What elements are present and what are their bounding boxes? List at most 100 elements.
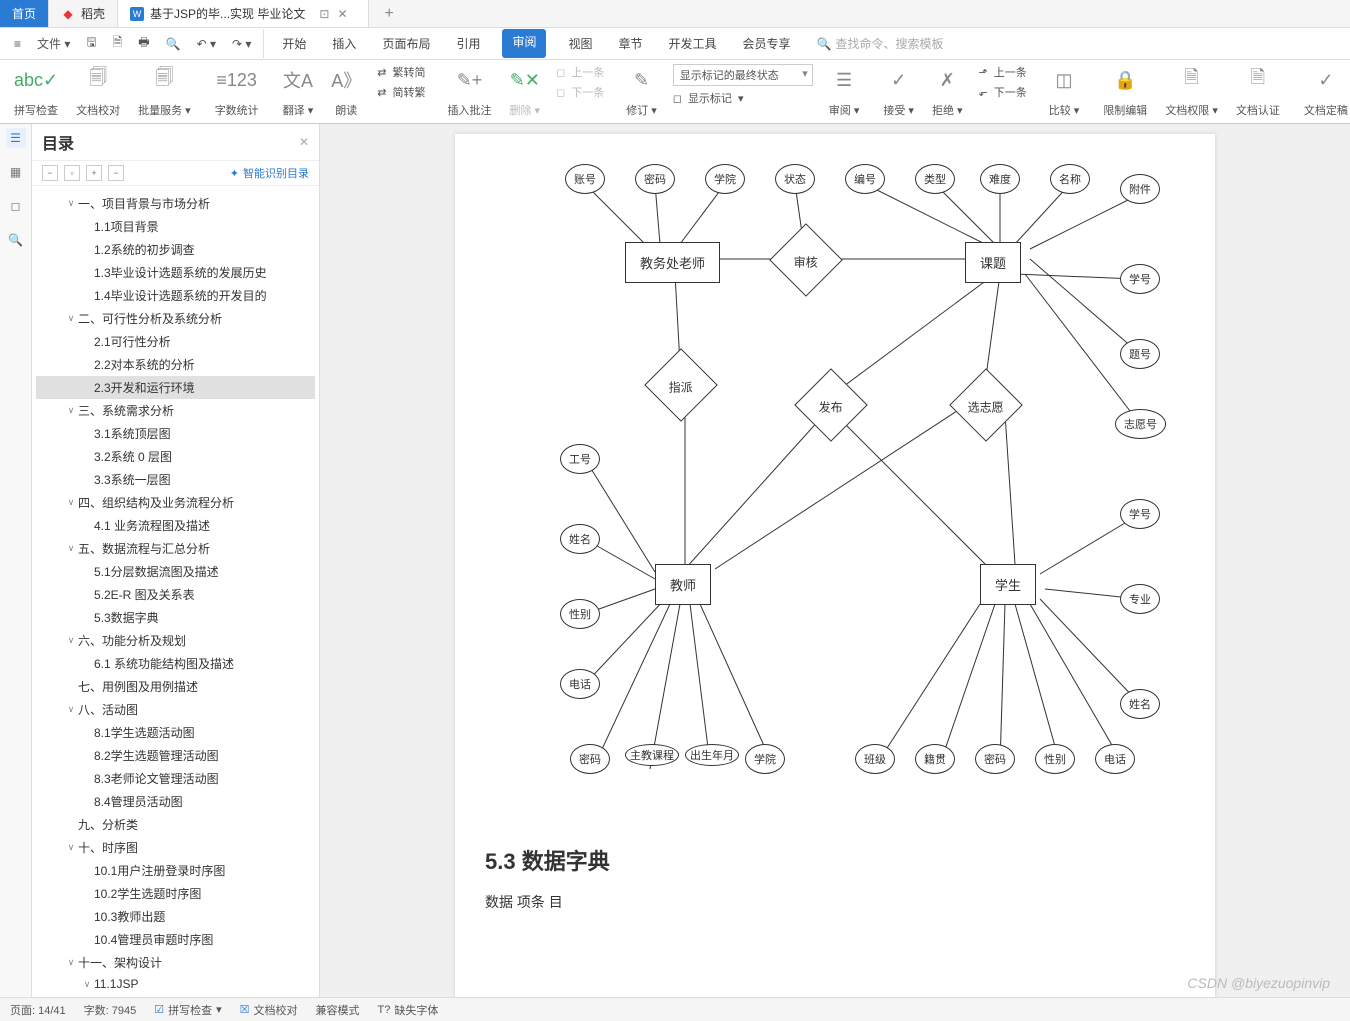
outline-item[interactable]: 3.1系统顶层图 bbox=[36, 422, 315, 445]
prev-change-button[interactable]: ⬏上一条 bbox=[979, 64, 1027, 80]
outline-item[interactable]: ∨一、项目背景与市场分析 bbox=[36, 192, 315, 215]
doc-permission-button[interactable]: 🗎文档权限 ▾ bbox=[1157, 64, 1226, 120]
chevron-down-icon[interactable]: ∨ bbox=[64, 635, 78, 646]
trad-to-simp-button[interactable]: ⇄繁转简 bbox=[377, 64, 425, 80]
print-icon[interactable]: 🖶 bbox=[132, 29, 155, 58]
outline-item[interactable]: ∨二、可行性分析及系统分析 bbox=[36, 307, 315, 330]
batch-service-button[interactable]: 🗐批量服务 ▾ bbox=[130, 64, 199, 120]
reject-change-button[interactable]: ✗拒绝 ▾ bbox=[924, 64, 971, 120]
outline-item[interactable]: 3.2系统 0 层图 bbox=[36, 445, 315, 468]
chevron-down-icon[interactable]: ∨ bbox=[64, 198, 78, 209]
outline-item[interactable]: 1.4毕业设计选题系统的开发目的 bbox=[36, 284, 315, 307]
smart-toc-button[interactable]: ✦智能识别目录 bbox=[230, 165, 309, 181]
tab-menu-icon[interactable]: ⊡ bbox=[319, 7, 329, 21]
finalize-button[interactable]: ✓文档定稿 bbox=[1296, 64, 1350, 120]
spell-check-button[interactable]: abc✓拼写检查 bbox=[6, 64, 66, 120]
tab-view[interactable]: 视图 bbox=[564, 29, 596, 58]
collapse-all-icon[interactable]: − bbox=[42, 165, 58, 181]
outline-tree[interactable]: ∨一、项目背景与市场分析1.1项目背景1.2系统的初步调查1.3毕业设计选题系统… bbox=[32, 186, 319, 997]
tab-chapter[interactable]: 章节 bbox=[615, 29, 647, 58]
tab-devtools[interactable]: 开发工具 bbox=[665, 29, 721, 58]
outline-item[interactable]: 10.2学生选题时序图 bbox=[36, 882, 315, 905]
show-markup-button[interactable]: ◻显示标记 ▾ bbox=[673, 90, 813, 106]
outline-item[interactable]: 2.1可行性分析 bbox=[36, 330, 315, 353]
outline-item[interactable]: ∨五、数据流程与汇总分析 bbox=[36, 537, 315, 560]
insert-comment-button[interactable]: ✎+插入批注 bbox=[440, 64, 500, 120]
outline-item[interactable]: 8.3老师论文管理活动图 bbox=[36, 767, 315, 790]
outline-item[interactable]: 2.2对本系统的分析 bbox=[36, 353, 315, 376]
sb-compat[interactable]: 兼容模式 bbox=[316, 1002, 360, 1018]
outline-item[interactable]: ∨十、时序图 bbox=[36, 836, 315, 859]
outline-item[interactable]: 8.2学生选题管理活动图 bbox=[36, 744, 315, 767]
outline-item[interactable]: 七、用例图及用例描述 bbox=[36, 675, 315, 698]
prev-comment-button[interactable]: ◻上一条 bbox=[556, 64, 604, 80]
undo-button[interactable]: ↶ ▾ bbox=[191, 33, 222, 55]
outline-item[interactable]: 5.2E-R 图及关系表 bbox=[36, 583, 315, 606]
outline-close-icon[interactable]: ✕ bbox=[299, 135, 309, 149]
chevron-down-icon[interactable]: ∨ bbox=[80, 979, 94, 990]
chevron-down-icon[interactable]: ∨ bbox=[64, 497, 78, 508]
restrict-edit-button[interactable]: 🔒限制编辑 bbox=[1095, 64, 1155, 120]
outline-item[interactable]: 10.1用户注册登录时序图 bbox=[36, 859, 315, 882]
read-aloud-button[interactable]: A》朗读 bbox=[323, 64, 369, 120]
tab-start[interactable]: 开始 bbox=[278, 29, 310, 58]
save-icon[interactable]: 🖫 bbox=[80, 29, 102, 58]
markup-display-dropdown[interactable]: 显示标记的最终状态 bbox=[673, 64, 813, 86]
outline-item[interactable]: 1.2系统的初步调查 bbox=[36, 238, 315, 261]
outline-item[interactable]: 1.3毕业设计选题系统的发展历史 bbox=[36, 261, 315, 284]
grid-tool-icon[interactable]: ▦ bbox=[6, 162, 26, 182]
outline-item[interactable]: ∨六、功能分析及规划 bbox=[36, 629, 315, 652]
proofread-button[interactable]: 🗐文档校对 bbox=[68, 64, 128, 120]
chevron-down-icon[interactable]: ∨ bbox=[64, 704, 78, 715]
chevron-down-icon[interactable]: ∨ bbox=[64, 313, 78, 324]
tab-pagelayout[interactable]: 页面布局 bbox=[378, 29, 434, 58]
review-pane-button[interactable]: ☰审阅 ▾ bbox=[821, 64, 868, 120]
print-preview-icon[interactable]: 🔍 bbox=[160, 33, 187, 55]
expand-all-icon[interactable]: ▫ bbox=[64, 165, 80, 181]
outline-item[interactable]: 2.3开发和运行环境 bbox=[36, 376, 315, 399]
tab-references[interactable]: 引用 bbox=[452, 29, 484, 58]
word-count-button[interactable]: ≡123字数统计 bbox=[207, 64, 267, 120]
accept-change-button[interactable]: ✓接受 ▾ bbox=[875, 64, 922, 120]
tab-shell[interactable]: ◆稻壳 bbox=[49, 0, 118, 27]
tab-home[interactable]: 首页 bbox=[0, 0, 49, 27]
redo-button[interactable]: ↷ ▾ bbox=[226, 33, 257, 55]
hamburger-icon[interactable]: ≡ bbox=[8, 33, 27, 55]
document-canvas[interactable]: 账号 密码 学院 状态 编号 类型 难度 名称 附件 教务处老师 课题 审核 学… bbox=[320, 124, 1350, 997]
outline-item[interactable]: 3.3系统一层图 bbox=[36, 468, 315, 491]
chevron-down-icon[interactable]: ∨ bbox=[64, 842, 78, 853]
outline-item[interactable]: 10.4管理员审题时序图 bbox=[36, 928, 315, 951]
word-count-indicator[interactable]: 字数: 7945 bbox=[84, 1002, 137, 1018]
outline-item[interactable]: 九、分析类 bbox=[36, 813, 315, 836]
sb-spellcheck[interactable]: ☑拼写检查 ▾ bbox=[154, 1002, 221, 1018]
outline-item[interactable]: ∨八、活动图 bbox=[36, 698, 315, 721]
chevron-down-icon[interactable]: ∨ bbox=[64, 405, 78, 416]
outline-tool-icon[interactable]: ☰ bbox=[6, 128, 26, 148]
outline-item[interactable]: 1.1项目背景 bbox=[36, 215, 315, 238]
sb-proofread[interactable]: ☒文档校对 bbox=[240, 1002, 298, 1018]
tab-document[interactable]: W 基于JSP的毕...实现 毕业论文 ⊡ ✕ bbox=[118, 0, 368, 27]
simp-to-trad-button[interactable]: ⇄简转繁 bbox=[377, 84, 425, 100]
outline-item[interactable]: 5.1分层数据流图及描述 bbox=[36, 560, 315, 583]
delete-comment-button[interactable]: ✎✕删除 ▾ bbox=[502, 64, 549, 120]
outline-item[interactable]: ∨十一、架构设计 bbox=[36, 951, 315, 974]
file-menu[interactable]: 文件 ▾ bbox=[31, 31, 76, 56]
outline-item[interactable]: 5.3数据字典 bbox=[36, 606, 315, 629]
tab-close-icon[interactable]: ✕ bbox=[337, 7, 347, 21]
level-up-icon[interactable]: + bbox=[86, 165, 102, 181]
outline-item[interactable]: 8.1学生选题活动图 bbox=[36, 721, 315, 744]
bookmark-tool-icon[interactable]: ◻ bbox=[6, 196, 26, 216]
page-indicator[interactable]: 页面: 14/41 bbox=[10, 1002, 66, 1018]
outline-item[interactable]: ∨四、组织结构及业务流程分析 bbox=[36, 491, 315, 514]
new-tab-button[interactable]: + bbox=[375, 0, 404, 27]
command-search[interactable]: 🔍 查找命令、搜索模板 bbox=[817, 35, 944, 52]
next-change-button[interactable]: ⬐下一条 bbox=[979, 84, 1027, 100]
outline-item[interactable]: ∨三、系统需求分析 bbox=[36, 399, 315, 422]
tab-review[interactable]: 审阅 bbox=[502, 29, 546, 58]
outline-item[interactable]: ∨11.1JSP bbox=[36, 974, 315, 994]
outline-item[interactable]: 8.4管理员活动图 bbox=[36, 790, 315, 813]
tab-insert[interactable]: 插入 bbox=[328, 29, 360, 58]
search-tool-icon[interactable]: 🔍 bbox=[6, 230, 26, 250]
compare-button[interactable]: ◫比较 ▾ bbox=[1041, 64, 1088, 120]
outline-item[interactable]: 4.1 业务流程图及描述 bbox=[36, 514, 315, 537]
